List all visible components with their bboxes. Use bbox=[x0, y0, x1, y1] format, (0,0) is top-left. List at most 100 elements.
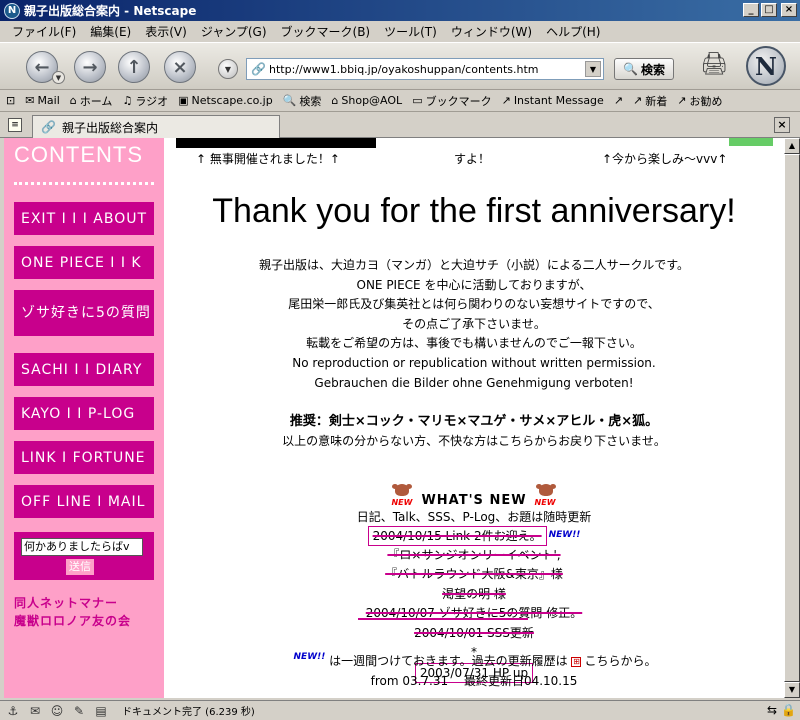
sidebar-link-questions[interactable]: ゾサ好きに5の質問 bbox=[14, 290, 154, 336]
vertical-scrollbar[interactable]: ▲ ▼ bbox=[784, 138, 800, 698]
address-book-icon[interactable]: ▤ bbox=[92, 703, 110, 719]
toolbar-search[interactable]: 🔍 検索 bbox=[283, 93, 322, 109]
event-banner-image[interactable] bbox=[176, 138, 376, 148]
event-banner-image-right[interactable] bbox=[729, 138, 773, 146]
intro-line: ONE PIECE を中心に活動しておりますが、 bbox=[356, 277, 592, 292]
mail-status-icon[interactable]: ✉ bbox=[26, 703, 44, 719]
search-button-label: 検索 bbox=[640, 62, 665, 77]
toolbar-bookmarks[interactable]: ▭ ブックマーク bbox=[412, 93, 491, 109]
sidebar-toggle-icon[interactable]: ≡ bbox=[8, 118, 22, 132]
netscape-logo-icon[interactable]: N bbox=[746, 46, 786, 86]
toolbar-home[interactable]: ⌂ ホーム bbox=[70, 93, 113, 109]
menu-file[interactable]: ファイル(F) bbox=[6, 23, 82, 40]
intro-line: 転載をご希望の方は、事後でも構いませんのでご一報下さい。 bbox=[306, 336, 642, 351]
link-fanclub[interactable]: 魔獣ロロノア友の会 bbox=[14, 612, 131, 629]
menu-bookmarks[interactable]: ブックマーク(B) bbox=[275, 23, 377, 40]
toolbar-new[interactable]: ↗ 新着 bbox=[633, 93, 667, 109]
maximize-button[interactable]: □ bbox=[761, 3, 777, 17]
history-dropdown-icon[interactable]: ▼ bbox=[218, 59, 238, 79]
toolbar-recommend[interactable]: ↗ お勧め bbox=[677, 93, 722, 109]
menu-bar: ファイル(F) 編集(E) 表示(V) ジャンプ(G) ブックマーク(B) ツー… bbox=[0, 21, 800, 41]
menu-help[interactable]: ヘルプ(H) bbox=[540, 23, 606, 40]
toolbar-radio[interactable]: ♫ ラジオ bbox=[122, 93, 168, 109]
menu-view[interactable]: 表示(V) bbox=[139, 23, 193, 40]
forward-button[interactable]: → bbox=[74, 51, 106, 83]
tab-current[interactable]: 🔗 親子出版総合案内 bbox=[32, 115, 280, 138]
stop-button[interactable]: × bbox=[164, 51, 196, 83]
close-window-button[interactable]: × bbox=[781, 3, 797, 17]
sidebar-link-about[interactable]: EXIT I I I ABOUT bbox=[14, 202, 154, 235]
page-proxy-icon[interactable]: 🔗 bbox=[251, 62, 266, 76]
warning-line[interactable]: 以上の意味の分からない方、不快な方はこちらからお戻り下さいませ。 bbox=[164, 432, 784, 452]
intro-line: No reproduction or republication without… bbox=[292, 355, 656, 370]
history-link[interactable]: こちらから。 bbox=[584, 654, 656, 668]
link-icon: ↗ bbox=[633, 94, 643, 107]
toolbar-instant-message[interactable]: ↗ Instant Message bbox=[502, 94, 604, 107]
security-lock-icon[interactable]: 🔒 bbox=[781, 703, 796, 717]
radio-icon: ♫ bbox=[122, 94, 133, 107]
whats-new-header: NEW WHAT'S NEW NEW bbox=[164, 484, 784, 510]
folder-icon: ▭ bbox=[412, 94, 423, 107]
scroll-thumb[interactable] bbox=[784, 154, 800, 682]
navigator-icon[interactable]: ⚓ bbox=[4, 703, 22, 719]
link-netiquette[interactable]: 同人ネットマナー bbox=[14, 594, 118, 611]
tab-label: 親子出版総合案内 bbox=[61, 120, 158, 135]
toolbar-shop[interactable]: ⌂ Shop@AOL bbox=[331, 94, 402, 107]
pink-divider bbox=[358, 618, 528, 620]
scroll-up-icon[interactable]: ▲ bbox=[784, 138, 800, 154]
sidebar-link-fortune[interactable]: LINK I FORTUNE bbox=[14, 441, 154, 474]
toolbar-link-blank[interactable]: ↗ bbox=[614, 94, 623, 107]
site-sidebar: CONTENTS EXIT I I I ABOUT ONE PIECE I I … bbox=[4, 138, 164, 698]
toolbar-netscape[interactable]: ▣ Netscape.co.jp bbox=[178, 94, 273, 107]
news-item[interactable]: 『ロ×サンジオンリーイベント', bbox=[164, 546, 784, 566]
back-dropdown-icon[interactable]: ▼ bbox=[52, 71, 65, 84]
sidebar-link-onepiece[interactable]: ONE PIECE I I K bbox=[14, 246, 154, 279]
menu-edit[interactable]: 編集(E) bbox=[84, 23, 137, 40]
sidebar-title: CONTENTS bbox=[14, 142, 143, 167]
message-form: 何かありましたらばv 送信 bbox=[14, 532, 154, 580]
search-button[interactable]: 🔍 検索 bbox=[614, 58, 674, 80]
url-bar[interactable]: 🔗 http://www1.bbiq.jp/oyakoshuppan/conte… bbox=[246, 58, 604, 80]
news-item[interactable]: 『バトルラウンド大阪&東京』様 bbox=[164, 565, 784, 585]
news-item: 2004/10/07 ゾサ好きに5の質問 修正。 bbox=[365, 606, 583, 620]
print-icon[interactable]: 🖨 bbox=[700, 52, 732, 78]
close-tab-icon[interactable]: × bbox=[774, 117, 790, 133]
submit-button[interactable]: 送信 bbox=[66, 559, 94, 575]
tab-toggle-icon[interactable]: ⊡ bbox=[6, 94, 15, 107]
aim-icon[interactable]: ☺ bbox=[48, 703, 66, 719]
link-icon: ↗ bbox=[677, 94, 687, 107]
message-input[interactable]: 何かありましたらばv bbox=[21, 538, 143, 556]
stop-icon: × bbox=[172, 56, 188, 78]
news-item[interactable]: 渇望の明 様 bbox=[164, 585, 784, 605]
footer-note: NEW!! は一週間つけておきます。過去の更新履歴は ⊞ こちらから。 bbox=[293, 652, 657, 668]
online-icon[interactable]: ⇆ bbox=[767, 703, 777, 717]
search-small-icon: 🔍 bbox=[282, 94, 297, 107]
history-icon[interactable]: ⊞ bbox=[571, 656, 582, 667]
status-text: ドキュメント完了 (6.239 秒) bbox=[122, 707, 255, 718]
search-icon: 🔍 bbox=[623, 62, 638, 76]
reload-button[interactable]: ↑ bbox=[118, 51, 150, 83]
back-button[interactable]: ← ▼ bbox=[26, 51, 65, 84]
url-text: http://www1.bbiq.jp/oyakoshuppan/content… bbox=[269, 62, 539, 76]
scroll-down-icon[interactable]: ▼ bbox=[784, 682, 800, 698]
sidebar-link-mail[interactable]: OFF LINE I MAIL bbox=[14, 485, 154, 518]
forward-arrow-icon: → bbox=[82, 56, 98, 78]
sidebar-link-diary[interactable]: SACHI I I DIARY bbox=[14, 353, 154, 386]
mail-icon: ✉ bbox=[25, 94, 35, 107]
intro-line: その点ご了承下さいませ。 bbox=[402, 316, 546, 331]
status-bar: ⚓ ✉ ☺ ✎ ▤ ドキュメント完了 (6.239 秒) ⇆ 🔒 bbox=[0, 700, 800, 720]
sidebar-link-plog[interactable]: KAYO I I P-LOG bbox=[14, 397, 154, 430]
menu-go[interactable]: ジャンプ(G) bbox=[195, 23, 273, 40]
my-icon: ▣ bbox=[178, 94, 189, 107]
title-bar: N 親子出版総合案内 - Netscape _ □ × bbox=[0, 0, 800, 21]
menu-window[interactable]: ウィンドウ(W) bbox=[445, 23, 538, 40]
url-dropdown-icon[interactable]: ▼ bbox=[585, 61, 601, 77]
composer-icon[interactable]: ✎ bbox=[70, 703, 88, 719]
tab-bar: ≡ 🔗 親子出版総合案内 × bbox=[0, 113, 800, 138]
minimize-button[interactable]: _ bbox=[743, 3, 759, 17]
menu-tools[interactable]: ツール(T) bbox=[378, 23, 443, 40]
toolbar-mail[interactable]: ✉ Mail bbox=[25, 94, 60, 107]
recommend-pairings: 推奨：剣士×コック・マリモ×マユゲ・サメ×アヒル・虎×狐。 bbox=[289, 414, 659, 429]
window-title: 親子出版総合案内 - Netscape bbox=[24, 4, 197, 18]
web-content: CONTENTS EXIT I I I ABOUT ONE PIECE I I … bbox=[4, 138, 784, 698]
